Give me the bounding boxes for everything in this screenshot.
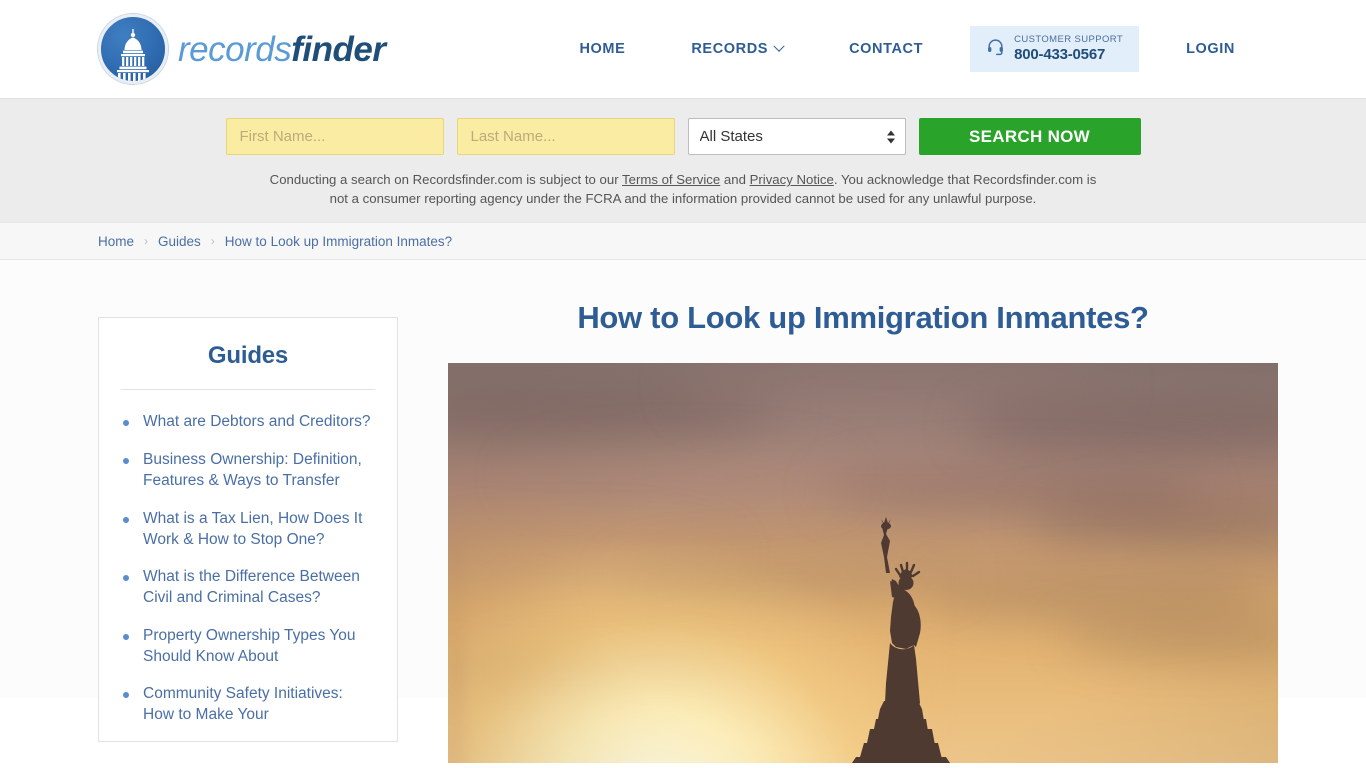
nav-item-contact[interactable]: CONTACT [816, 31, 956, 67]
guides-sidebar: Guides What are Debtors and Creditors? B… [98, 317, 398, 743]
sidebar-item-label[interactable]: What is a Tax Lien, How Does It Work & H… [143, 509, 375, 551]
logo-word-records: records [178, 29, 292, 69]
nav-item-home[interactable]: HOME [546, 31, 658, 67]
search-disclaimer: Conducting a search on Recordsfinder.com… [268, 171, 1098, 208]
state-select[interactable]: All States [687, 118, 906, 155]
search-now-button[interactable]: SEARCH NOW [918, 118, 1141, 155]
nav-item-records[interactable]: RECORDS [658, 31, 816, 67]
breadcrumb-current: How to Look up Immigration Inmates? [224, 233, 453, 249]
logo-word-finder: finder [291, 29, 386, 69]
search-band: All States SEARCH NOW Conducting a searc… [0, 98, 1366, 223]
breadcrumb-bar: Home › Guides › How to Look up Immigrati… [0, 222, 1366, 261]
article-content: How to Look up Immigration Inmantes? [448, 260, 1278, 764]
list-item[interactable]: What are Debtors and Creditors? [121, 412, 375, 433]
support-phone: 800-433-0567 [1014, 45, 1106, 63]
page-title: How to Look up Immigration Inmantes? [577, 300, 1149, 336]
disclaimer-text-1: Conducting a search on Recordsfinder.com… [269, 172, 623, 187]
site-logo[interactable]: recordsfinder [98, 14, 386, 84]
privacy-notice-link[interactable]: Privacy Notice [750, 172, 834, 187]
breadcrumb-home[interactable]: Home [98, 234, 134, 249]
sidebar-item-label[interactable]: Community Safety Initiatives: How to Mak… [143, 684, 375, 726]
chevron-down-icon [773, 40, 785, 52]
logo-wordmark: recordsfinder [178, 29, 386, 69]
breadcrumb-separator-icon: › [210, 234, 215, 249]
list-item[interactable]: What is a Tax Lien, How Does It Work & H… [121, 509, 375, 551]
sidebar-title: Guides [207, 342, 289, 370]
list-item[interactable]: Community Safety Initiatives: How to Mak… [121, 684, 375, 726]
sidebar-item-label[interactable]: Business Ownership: Definition, Features… [143, 450, 375, 492]
state-select-wrapper: All States [687, 118, 906, 155]
hero-image [448, 363, 1278, 764]
site-header: recordsfinder HOME RECORDS CONTACT CUSTO… [0, 0, 1366, 98]
nav-item-login-label: LOGIN [1186, 40, 1235, 57]
nav-item-records-label: RECORDS [691, 40, 769, 57]
nav-item-contact-label: CONTACT [849, 40, 924, 57]
breadcrumb-guides[interactable]: Guides [158, 234, 201, 249]
sidebar-item-label[interactable]: Property Ownership Types You Should Know… [143, 626, 375, 668]
breadcrumb: Home › Guides › How to Look up Immigrati… [98, 234, 452, 249]
nav-item-home-label: HOME [579, 40, 626, 57]
search-form: All States SEARCH NOW [0, 118, 1366, 155]
sidebar-item-label[interactable]: What are Debtors and Creditors? [143, 412, 375, 433]
main-navigation: HOME RECORDS CONTACT CUSTOMER SUPPORT 80… [546, 25, 1268, 73]
breadcrumb-separator-icon: › [144, 234, 149, 249]
list-item[interactable]: Property Ownership Types You Should Know… [121, 626, 375, 668]
disclaimer-text-2: and [720, 172, 750, 187]
nav-item-login[interactable]: LOGIN [1153, 31, 1268, 67]
support-label: CUSTOMER SUPPORT [1014, 33, 1124, 45]
sidebar-guide-list: What are Debtors and Creditors? Business… [121, 412, 375, 725]
customer-support-badge[interactable]: CUSTOMER SUPPORT 800-433-0567 [970, 25, 1140, 73]
last-name-input[interactable] [456, 118, 675, 155]
capitol-dome-icon [98, 14, 168, 84]
list-item[interactable]: Business Ownership: Definition, Features… [121, 450, 375, 492]
sidebar-divider [121, 389, 375, 391]
list-item[interactable]: What is the Difference Between Civil and… [121, 567, 375, 609]
first-name-input[interactable] [225, 118, 444, 155]
page-body: Guides What are Debtors and Creditors? B… [0, 260, 1366, 764]
headset-icon [986, 37, 1005, 61]
hero-vignette [448, 363, 1278, 764]
sidebar-item-label[interactable]: What is the Difference Between Civil and… [143, 567, 375, 609]
terms-of-service-link[interactable]: Terms of Service [622, 172, 720, 187]
